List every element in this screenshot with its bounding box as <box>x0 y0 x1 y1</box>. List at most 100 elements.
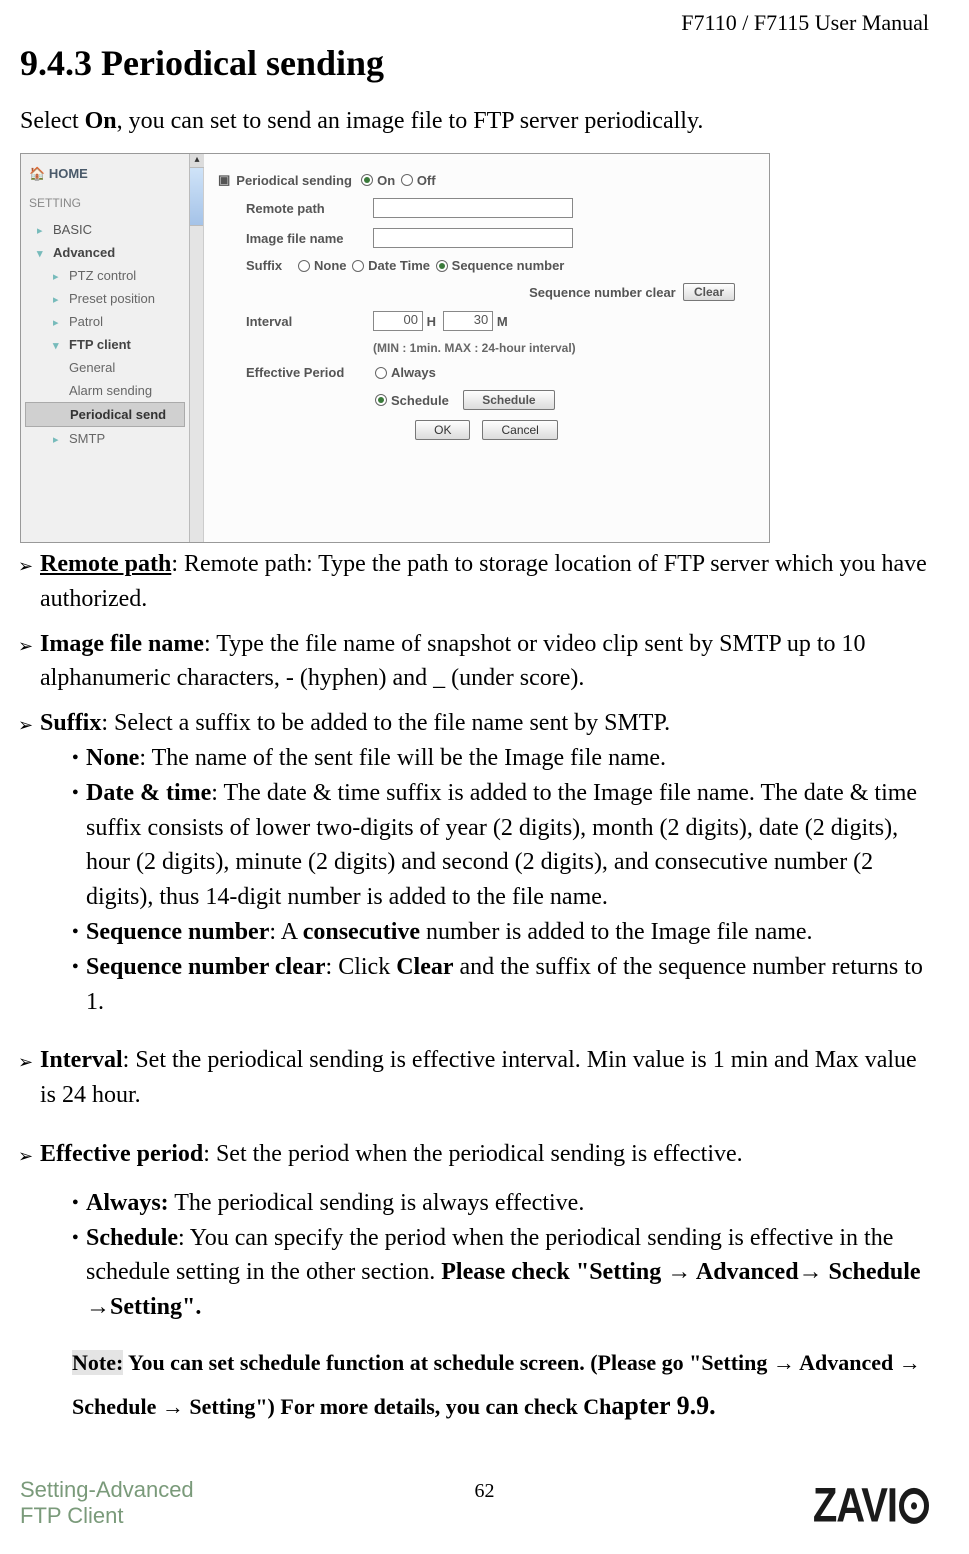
sub-schedule: Schedule: You can specify the period whe… <box>72 1221 929 1325</box>
cancel-button[interactable]: Cancel <box>482 420 557 440</box>
periodical-sending-label: Periodical sending <box>236 173 352 188</box>
none-b: None <box>86 745 139 771</box>
chevron-icon: ▸ <box>37 224 49 236</box>
ef-label: Effective period <box>40 1141 203 1167</box>
sc-b: Schedule <box>86 1225 178 1251</box>
row-remote-path: Remote path <box>218 198 755 218</box>
radio-none[interactable] <box>298 260 310 272</box>
intro-post: , you can set to send an image file to F… <box>117 108 704 134</box>
off-label: Off <box>417 173 436 188</box>
nav-basic-label: BASIC <box>53 222 92 237</box>
chevron-icon: ▸ <box>53 293 65 305</box>
chevron-icon: ▸ <box>53 270 65 282</box>
iv-label: Interval <box>40 1047 123 1073</box>
nav-ftp[interactable]: ▾ FTP client <box>25 333 199 356</box>
section-title: 9.4.3 Periodical sending <box>20 42 929 84</box>
sn-b: Sequence number <box>86 919 269 945</box>
on-label: On <box>377 173 395 188</box>
minutes-unit: M <box>497 314 508 329</box>
nav-general[interactable]: General <box>25 356 199 379</box>
rp-text: : Remote path: Type the path to storage … <box>40 551 927 612</box>
scrollbar[interactable]: ▴ <box>189 154 203 542</box>
snc-b: Sequence number clear <box>86 954 326 980</box>
interval-minutes-input[interactable]: 30 <box>443 311 493 331</box>
sub-always: Always: The periodical sending is always… <box>72 1186 929 1221</box>
snc-pre: : Click <box>326 954 397 980</box>
item-interval: Interval: Set the periodical sending is … <box>20 1043 929 1113</box>
dt-t: : The date & time suffix is added to the… <box>86 780 917 910</box>
nav-smtp[interactable]: ▸ SMTP <box>25 427 199 450</box>
schedule-button[interactable]: Schedule <box>463 390 554 410</box>
sx-text: : Select a suffix to be added to the fil… <box>101 710 670 736</box>
sx-label: Suffix <box>40 710 101 736</box>
remote-path-label: Remote path <box>218 201 373 216</box>
row-periodical-sending: ▣ Periodical sending On Off <box>218 172 755 188</box>
nav-preset[interactable]: ▸Preset position <box>25 287 199 310</box>
chevron-icon: ▾ <box>37 247 49 259</box>
body-content: Remote path: Remote path: Type the path … <box>20 547 929 1429</box>
radio-off[interactable] <box>401 174 413 186</box>
scroll-thumb[interactable] <box>190 168 203 226</box>
if-label: Image file name <box>40 631 204 657</box>
nav-patrol[interactable]: ▸Patrol <box>25 310 199 333</box>
nav-smtp-label: SMTP <box>69 431 105 446</box>
nav-periodical-sending[interactable]: Periodical send <box>25 402 185 427</box>
item-image-file: Image file name: Type the file name of s… <box>20 627 929 697</box>
nav-basic[interactable]: ▸ BASIC <box>25 218 199 241</box>
ok-button[interactable]: OK <box>415 420 470 440</box>
nav-tree: 🏠 HOME SETTING ▸ BASIC ▾Advanced ▸ PTZ con… <box>21 154 203 456</box>
nav-advanced[interactable]: ▾Advanced <box>25 241 199 264</box>
radio-seqnum[interactable] <box>436 260 448 272</box>
row-suffix: Suffix None Date Time Sequence number <box>218 258 755 273</box>
row-image-file: Image file name <box>218 228 755 248</box>
interval-hint: (MIN : 1min. MAX : 24-hour interval) <box>373 341 755 355</box>
schedule-label: Schedule <box>391 393 449 408</box>
note-part1: You can set schedule function at schedul… <box>72 1350 921 1419</box>
interval-hours-input[interactable]: 00 <box>373 311 423 331</box>
radio-always[interactable] <box>375 367 387 379</box>
row-ok-cancel: OK Cancel <box>218 420 755 440</box>
ef-text: : Set the period when the periodical sen… <box>203 1141 742 1167</box>
note-block: Note: You can set schedule function at s… <box>72 1343 929 1429</box>
nav-home[interactable]: 🏠 HOME <box>25 160 199 192</box>
nav-alarm[interactable]: Alarm sending <box>25 379 199 402</box>
dt-b: Date & time <box>86 780 211 806</box>
intro-pre: Select <box>20 108 85 134</box>
nav-home-label: HOME <box>49 166 88 181</box>
sidebar: ▴ 🏠 HOME SETTING ▸ BASIC ▾Advanced ▸ PTZ c… <box>21 154 204 542</box>
chevron-icon: ▸ <box>53 433 65 445</box>
radio-datetime[interactable] <box>352 260 364 272</box>
none-label: None <box>314 258 347 273</box>
seq-clear-label: Sequence number clear <box>529 285 676 300</box>
nav-ptz-label: PTZ control <box>69 268 136 283</box>
snc-bb: Clear <box>396 954 453 980</box>
row-effective: Effective Period Always <box>218 365 755 380</box>
nav-ftp-label: FTP client <box>69 337 131 352</box>
radio-on[interactable] <box>361 174 373 186</box>
chevron-icon: ▾ <box>53 339 65 351</box>
sub-datetime: Date & time: The date & time suffix is a… <box>72 776 929 915</box>
row-interval: Interval 00 H 30 M <box>218 311 755 331</box>
sn-bb: consecutive <box>303 919 420 945</box>
nav-ptz[interactable]: ▸ PTZ control <box>25 264 199 287</box>
brand-logo: ZAVI <box>813 1480 929 1534</box>
sub-seqnum: Sequence number: A consecutive number is… <box>72 915 929 950</box>
scroll-up-icon[interactable]: ▴ <box>190 154 204 168</box>
radio-schedule[interactable] <box>375 394 387 406</box>
row-seq-clear: Sequence number clear Clear <box>218 283 755 301</box>
remote-path-input[interactable] <box>373 198 573 218</box>
footer-line2: FTP Client <box>20 1503 194 1529</box>
item-remote-path: Remote path: Remote path: Type the path … <box>20 547 929 617</box>
manual-page: F7110 / F7115 User Manual 9.4.3 Periodic… <box>0 0 969 1549</box>
nav-setting-heading: SETTING <box>25 192 199 218</box>
page-footer: Setting-Advanced FTP Client 62 ZAVI <box>20 1469 929 1529</box>
intro-on: On <box>85 108 117 134</box>
always-label: Always <box>391 365 436 380</box>
item-effective: Effective period: Set the period when th… <box>20 1137 929 1172</box>
intro-text: Select On, you can set to send an image … <box>20 108 929 135</box>
sub-seqclear: Sequence number clear: Click Clear and t… <box>72 950 929 1020</box>
sub-none: None: The name of the sent file will be … <box>72 741 929 776</box>
clear-button[interactable]: Clear <box>683 283 735 301</box>
embedded-screenshot: ▴ 🏠 HOME SETTING ▸ BASIC ▾Advanced ▸ PTZ c… <box>20 153 770 543</box>
image-file-input[interactable] <box>373 228 573 248</box>
